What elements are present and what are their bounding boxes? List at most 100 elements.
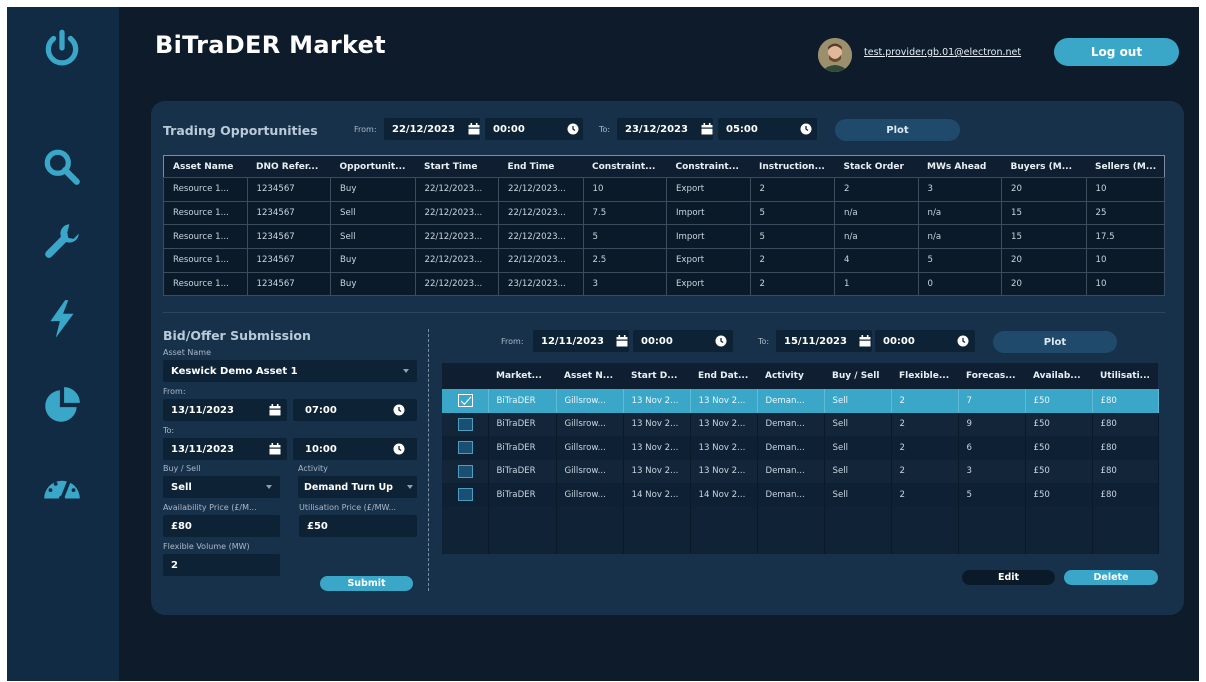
table-cell: Deman... — [757, 459, 825, 483]
trading-from-time-input[interactable]: 00:00 — [485, 118, 583, 140]
checkbox[interactable] — [458, 441, 473, 455]
table-cell: Sell — [824, 483, 892, 507]
logout-button[interactable]: Log out — [1054, 38, 1179, 66]
calendar-icon[interactable] — [269, 404, 281, 416]
column-header[interactable]: Utilisati... — [1092, 363, 1158, 389]
column-header[interactable]: Start D... — [623, 363, 690, 389]
flexible-volume-input[interactable]: 2 — [163, 554, 280, 576]
column-header[interactable]: Opportunit... — [330, 155, 415, 178]
table-row[interactable]: Resource 1... 1234567 Buy 22/12/2023... 22/1… — [163, 177, 1165, 202]
check-icon — [460, 396, 471, 405]
column-header[interactable]: Flexible... — [891, 363, 958, 389]
bid-from-date-input[interactable]: 13/11/2023 — [163, 399, 287, 421]
column-header[interactable]: Buyers (M... — [1001, 155, 1086, 178]
calendar-icon[interactable] — [859, 335, 871, 347]
table-cell: 3 — [917, 177, 1002, 202]
empty-cell — [690, 506, 758, 530]
column-header[interactable]: Sellers (M... — [1086, 155, 1165, 178]
column-header[interactable]: Start Time — [415, 155, 499, 178]
column-header[interactable]: MWs Ahead — [918, 155, 1002, 178]
power-icon[interactable] — [34, 25, 90, 73]
table-row[interactable]: BiTraDER Gillsrow... 13 Nov 2... 13 Nov 2..… — [442, 436, 1159, 460]
calendar-icon[interactable] — [468, 123, 480, 135]
bid-offer-title: Bid/Offer Submission — [163, 328, 311, 343]
table-cell: n/a — [917, 224, 1002, 250]
activity-select[interactable]: Demand Turn Up — [298, 476, 417, 498]
bid-to-time-input[interactable]: 10:00 — [293, 438, 417, 460]
gauge-icon[interactable] — [34, 463, 90, 511]
row-checkbox-cell — [442, 483, 489, 507]
column-header[interactable]: Activity — [757, 363, 824, 389]
table-cell: 17.5 — [1085, 224, 1165, 250]
bids-to-time-input[interactable]: 00:00 — [875, 330, 975, 352]
buy-sell-select[interactable]: Sell — [163, 476, 280, 498]
wrench-icon[interactable] — [34, 217, 90, 265]
availability-price-input[interactable]: £80 — [163, 515, 280, 537]
column-header[interactable]: Stack Order — [834, 155, 918, 178]
empty-row — [442, 530, 1159, 554]
pie-chart-icon[interactable] — [34, 381, 90, 429]
checkbox[interactable] — [458, 488, 473, 502]
trading-to-date-input[interactable]: 23/12/2023 — [617, 118, 713, 140]
user-email-link[interactable]: test.provider.gb.01@electron.net — [864, 47, 1021, 58]
bid-to-date-input[interactable]: 13/11/2023 — [163, 438, 287, 460]
bids-from-date-input[interactable]: 12/11/2023 — [533, 330, 629, 352]
column-header[interactable]: Constraint... — [666, 155, 750, 178]
bids-from-time-input[interactable]: 00:00 — [633, 330, 733, 352]
clock-icon[interactable] — [393, 404, 405, 416]
column-header[interactable]: Market... — [488, 363, 556, 389]
delete-button[interactable]: Delete — [1064, 570, 1158, 585]
table-row[interactable]: Resource 1... 1234567 Buy 22/12/2023... 22/1… — [163, 248, 1165, 273]
table-cell: 1 — [834, 271, 919, 297]
table-cell: 10 — [1085, 177, 1165, 202]
table-cell: 22/12/2023... — [498, 224, 584, 250]
column-header[interactable]: End Time — [498, 155, 583, 178]
trading-to-time-input[interactable]: 05:00 — [718, 118, 817, 140]
table-row[interactable]: BiTraDER Gillsrow... 13 Nov 2... 13 Nov 2..… — [442, 412, 1159, 436]
clock-icon[interactable] — [957, 335, 969, 347]
edit-button[interactable]: Edit — [962, 570, 1055, 585]
lightning-icon[interactable] — [34, 295, 90, 343]
clock-icon[interactable] — [393, 443, 405, 455]
table-row[interactable]: BiTraDER Gillsrow... 14 Nov 2... 14 Nov 2..… — [442, 483, 1159, 507]
table-row[interactable]: BiTraDER Gillsrow... 13 Nov 2... 13 Nov 2..… — [442, 389, 1159, 413]
trading-from-date-input[interactable]: 22/12/2023 — [384, 118, 480, 140]
column-header[interactable]: Constraint... — [583, 155, 667, 178]
table-row[interactable]: Resource 1... 1234567 Sell 22/12/2023... 22/… — [163, 224, 1165, 250]
table-cell: Resource 1... — [163, 271, 248, 297]
bids-plot-button[interactable]: Plot — [993, 331, 1117, 353]
column-header[interactable]: Availab... — [1025, 363, 1092, 389]
table-row[interactable]: Resource 1... 1234567 Buy 22/12/2023... 23/1… — [163, 271, 1165, 297]
column-header[interactable]: Asset N... — [556, 363, 623, 389]
table-cell: 5 — [917, 248, 1002, 273]
table-cell: 22/12/2023... — [498, 200, 584, 226]
trading-plot-button[interactable]: Plot — [835, 119, 960, 141]
table-cell: Sell — [330, 200, 416, 226]
column-header[interactable]: End Dat... — [690, 363, 757, 389]
column-header[interactable]: DNO Refer... — [247, 155, 331, 178]
asset-name-select[interactable]: Keswick Demo Asset 1 — [163, 360, 417, 382]
checkbox[interactable] — [458, 417, 473, 431]
calendar-icon[interactable] — [269, 443, 281, 455]
column-header[interactable]: Instruction... — [750, 155, 835, 178]
column-header[interactable]: Buy / Sell — [824, 363, 891, 389]
bid-from-time-input[interactable]: 07:00 — [293, 399, 417, 421]
clock-icon[interactable] — [567, 123, 579, 135]
search-icon[interactable] — [34, 143, 90, 191]
clock-icon[interactable] — [715, 335, 727, 347]
buy-sell-label: Buy / Sell — [163, 464, 201, 473]
table-row[interactable]: Resource 1... 1234567 Sell 22/12/2023... 22/… — [163, 200, 1165, 226]
calendar-icon[interactable] — [616, 335, 628, 347]
submit-button[interactable]: Submit — [320, 576, 413, 591]
utilisation-price-input[interactable]: £50 — [299, 515, 417, 537]
bids-to-date-input[interactable]: 15/11/2023 — [776, 330, 872, 352]
checkbox-checked[interactable] — [458, 394, 473, 408]
clock-icon[interactable] — [800, 123, 812, 135]
column-header[interactable]: Asset Name — [163, 155, 247, 178]
activity-label: Activity — [298, 464, 328, 473]
checkbox[interactable] — [458, 464, 473, 478]
table-row[interactable]: BiTraDER Gillsrow... 13 Nov 2... 13 Nov 2..… — [442, 459, 1159, 483]
calendar-icon[interactable] — [701, 123, 713, 135]
column-header[interactable]: Forecas... — [958, 363, 1025, 389]
table-cell: n/a — [834, 224, 919, 250]
